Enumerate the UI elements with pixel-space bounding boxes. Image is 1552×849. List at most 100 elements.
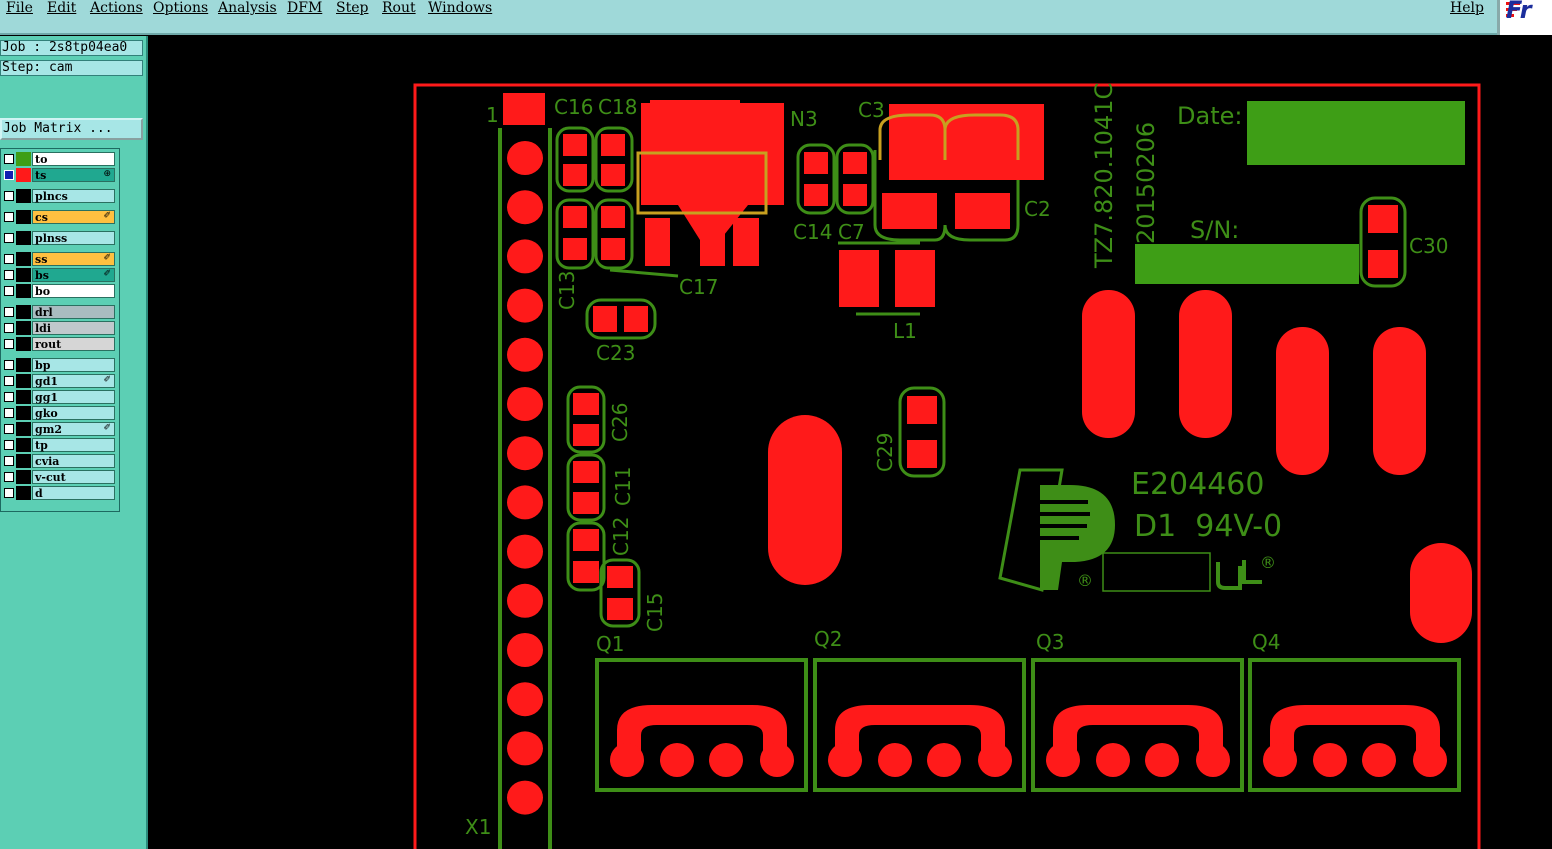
layer-name[interactable]: cvia: [32, 454, 115, 468]
layer-name[interactable]: gm2 ✐: [32, 422, 115, 436]
layer-row-ldi[interactable]: ldi: [1, 321, 119, 335]
layer-row-gg1[interactable]: gg1: [1, 390, 119, 404]
layer-name[interactable]: tp: [32, 438, 115, 452]
layer-name[interactable]: bp: [32, 358, 115, 372]
menu-dfm[interactable]: DFM: [287, 0, 322, 16]
layer-color-swatch[interactable]: [16, 168, 31, 182]
layer-name[interactable]: ss ✐: [32, 252, 115, 266]
label-c26: C26: [608, 403, 632, 442]
layer-color-swatch[interactable]: [16, 390, 31, 404]
layer-row-ss[interactable]: ss ✐: [1, 252, 119, 266]
menu-windows[interactable]: Windows: [428, 0, 492, 16]
layer-checkbox[interactable]: [4, 233, 14, 243]
layer-checkbox[interactable]: [4, 270, 14, 280]
menu-file[interactable]: File: [6, 0, 33, 16]
x1-pad: [507, 633, 543, 667]
layer-row-rout[interactable]: rout: [1, 337, 119, 351]
layer-checkbox[interactable]: [4, 254, 14, 264]
layer-name[interactable]: bs ✐: [32, 268, 115, 282]
layer-row-bp[interactable]: bp: [1, 358, 119, 372]
layer-color-swatch[interactable]: [16, 189, 31, 203]
layer-color-swatch[interactable]: [16, 374, 31, 388]
layer-color-swatch[interactable]: [16, 284, 31, 298]
layer-row-v-cut[interactable]: v-cut: [1, 470, 119, 484]
layer-name[interactable]: v-cut: [32, 470, 115, 484]
layer-name[interactable]: drl: [32, 305, 115, 319]
layer-name[interactable]: cs ✐: [32, 210, 115, 224]
label-c3: C3: [858, 98, 885, 122]
layer-row-gd1[interactable]: gd1 ✐: [1, 374, 119, 388]
layer-checkbox[interactable]: [4, 440, 14, 450]
layer-color-swatch[interactable]: [16, 422, 31, 436]
layer-color-swatch[interactable]: [16, 231, 31, 245]
layer-checkbox[interactable]: [4, 307, 14, 317]
layer-color-swatch[interactable]: [16, 337, 31, 351]
layer-row-cs[interactable]: cs ✐: [1, 210, 119, 224]
layer-color-swatch[interactable]: [16, 210, 31, 224]
menu-step[interactable]: Step: [336, 0, 368, 16]
layer-checkbox[interactable]: [4, 323, 14, 333]
menu-rout[interactable]: Rout: [382, 0, 416, 16]
layer-color-swatch[interactable]: [16, 252, 31, 266]
job-matrix-button[interactable]: Job Matrix ...: [0, 118, 143, 140]
layer-checkbox[interactable]: [4, 488, 14, 498]
layer-name[interactable]: gd1 ✐: [32, 374, 115, 388]
menu-analysis[interactable]: Analysis: [218, 0, 277, 16]
layer-name[interactable]: plnss: [32, 231, 115, 245]
menu-actions[interactable]: Actions: [90, 0, 143, 16]
layer-checkbox[interactable]: [4, 408, 14, 418]
layer-name[interactable]: ts ⊕: [32, 168, 115, 182]
x1-pad: [507, 583, 543, 618]
layer-row-cvia[interactable]: cvia: [1, 454, 119, 468]
layer-name[interactable]: d: [32, 486, 115, 500]
board-canvas[interactable]: 1 C16 C18 N3 C3 C14 C7 C2 C13 C17 L1 C23…: [148, 36, 1552, 849]
layer-color-swatch[interactable]: [16, 406, 31, 420]
menu-options[interactable]: Options: [153, 0, 208, 16]
layer-checkbox[interactable]: [4, 392, 14, 402]
layer-color-swatch[interactable]: [16, 268, 31, 282]
layer-checkbox[interactable]: [4, 472, 14, 482]
layer-color-swatch[interactable]: [16, 454, 31, 468]
layer-row-bo[interactable]: bo: [1, 284, 119, 298]
layer-checkbox[interactable]: [4, 376, 14, 386]
label-c13: C13: [555, 271, 579, 310]
layer-name[interactable]: gg1: [32, 390, 115, 404]
layer-color-swatch[interactable]: [16, 305, 31, 319]
layer-checkbox[interactable]: [4, 154, 14, 164]
layer-row-to[interactable]: to: [1, 152, 119, 166]
layer-row-gm2[interactable]: gm2 ✐: [1, 422, 119, 436]
layer-row-d[interactable]: d: [1, 486, 119, 500]
c14-c7-pads: [796, 143, 875, 215]
layer-row-plnss[interactable]: plnss: [1, 231, 119, 245]
menu-help[interactable]: Help: [1450, 0, 1484, 16]
layer-checkbox[interactable]: [4, 212, 14, 222]
layer-name[interactable]: gko: [32, 406, 115, 420]
layer-name[interactable]: ldi: [32, 321, 115, 335]
layer-row-bs[interactable]: bs ✐: [1, 268, 119, 282]
menu-edit[interactable]: Edit: [47, 0, 76, 16]
layer-name-label: bs: [35, 269, 49, 282]
layer-checkbox[interactable]: [4, 456, 14, 466]
layer-color-swatch[interactable]: [16, 321, 31, 335]
layer-color-swatch[interactable]: [16, 438, 31, 452]
layer-checkbox[interactable]: [4, 170, 14, 180]
layer-color-swatch[interactable]: [16, 152, 31, 166]
layer-color-swatch[interactable]: [16, 486, 31, 500]
layer-checkbox[interactable]: [4, 339, 14, 349]
layer-row-gko[interactable]: gko: [1, 406, 119, 420]
layer-checkbox[interactable]: [4, 191, 14, 201]
layer-color-swatch[interactable]: [16, 470, 31, 484]
layer-color-swatch[interactable]: [16, 358, 31, 372]
layer-checkbox[interactable]: [4, 360, 14, 370]
layer-name[interactable]: bo: [32, 284, 115, 298]
layer-row-tp[interactable]: tp: [1, 438, 119, 452]
label-date: Date:: [1177, 102, 1242, 130]
layer-row-ts[interactable]: ts ⊕: [1, 168, 119, 182]
layer-checkbox[interactable]: [4, 286, 14, 296]
layer-row-drl[interactable]: drl: [1, 305, 119, 319]
layer-name[interactable]: to: [32, 152, 115, 166]
layer-row-plncs[interactable]: plncs: [1, 189, 119, 203]
layer-name[interactable]: plncs: [32, 189, 115, 203]
layer-name[interactable]: rout: [32, 337, 115, 351]
layer-checkbox[interactable]: [4, 424, 14, 434]
